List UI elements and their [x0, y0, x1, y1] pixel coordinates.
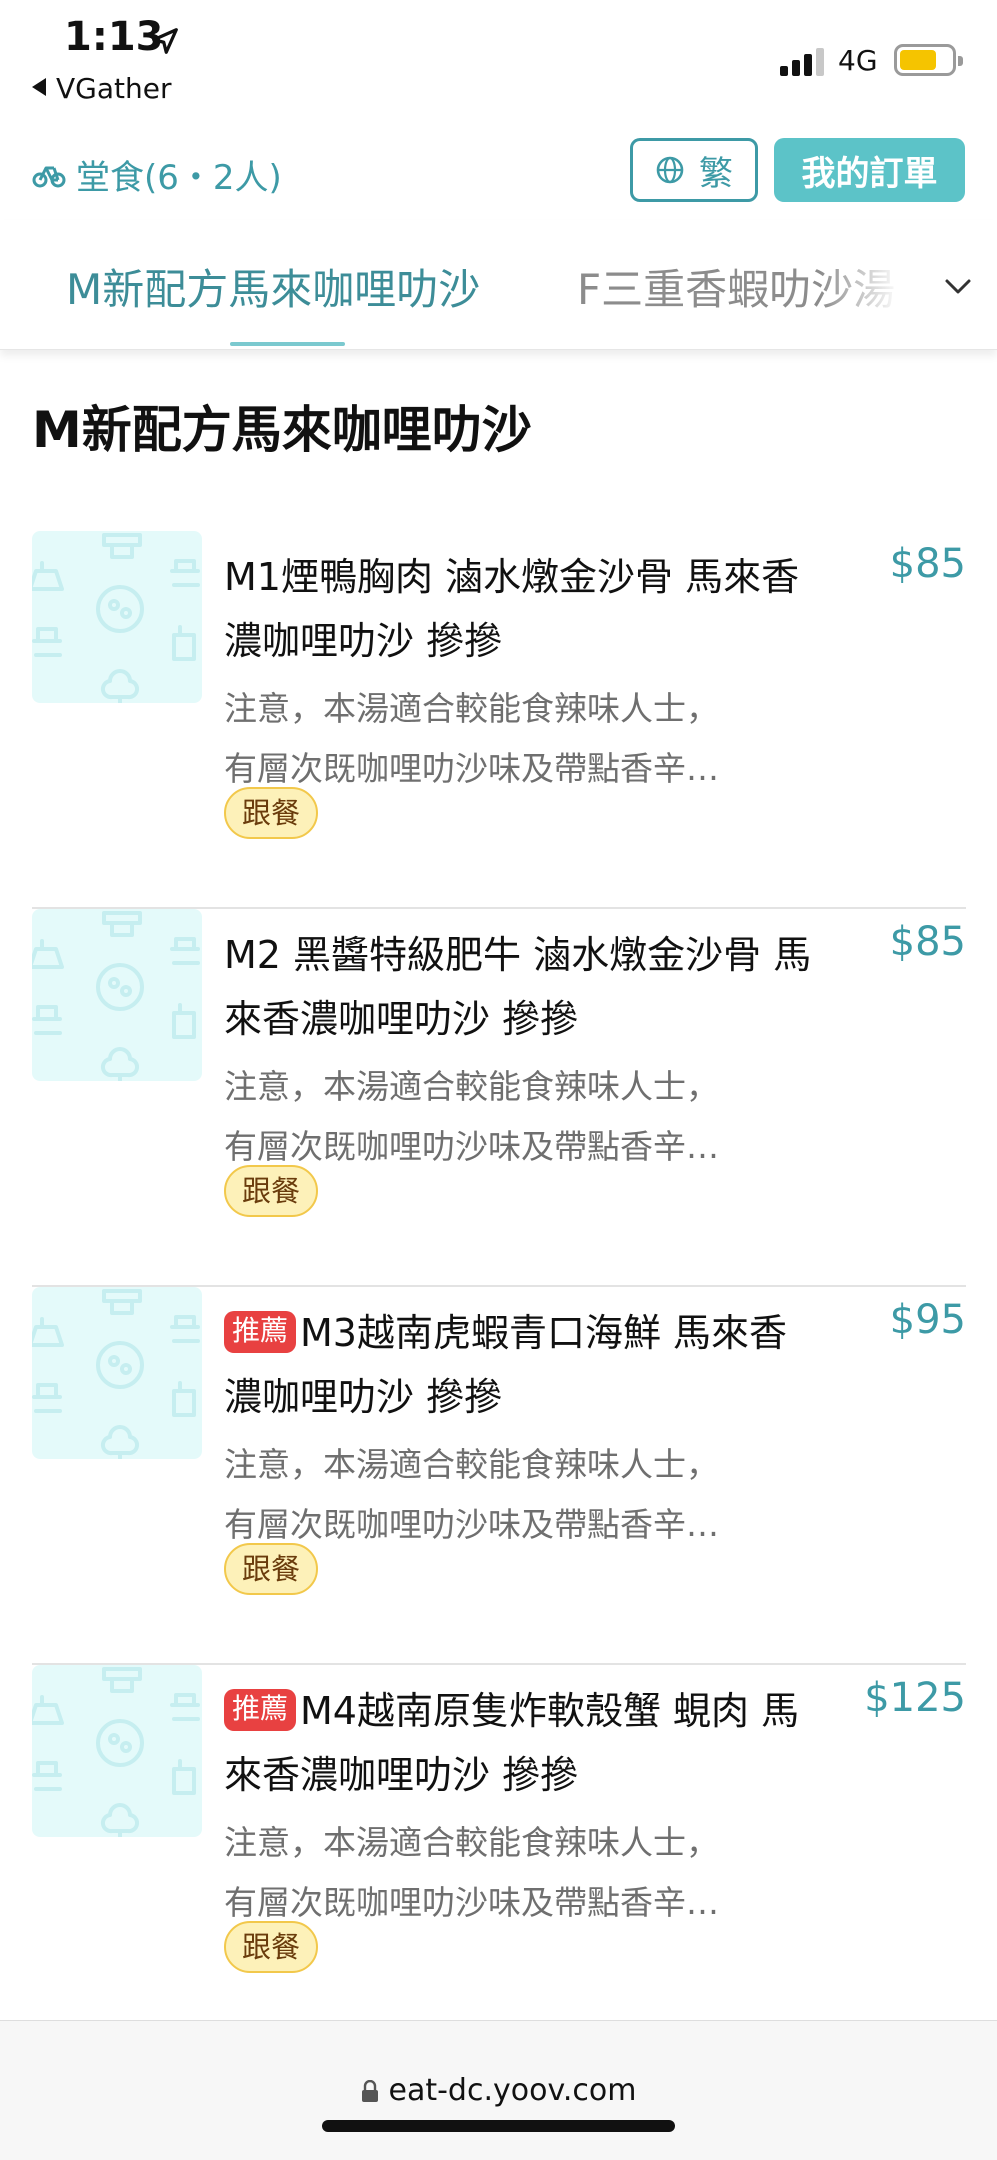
- menu-item[interactable]: M2 黑醬特級肥牛 滷水燉金沙骨 馬來香濃咖哩叻沙 摻摻注意，本湯適合較能食辣味…: [32, 909, 966, 1287]
- url-text: eat-dc.yoov.com: [388, 2073, 637, 2108]
- lock-icon: [361, 2080, 378, 2102]
- item-description: 注意，本湯適合較能食辣味人士， 有層次既咖哩叻沙味及帶點香辛…: [224, 679, 814, 799]
- item-desc-line: 注意，本湯適合較能食辣味人士，: [224, 1067, 719, 1106]
- item-name-text: M2 黑醬特級肥牛 滷水燉金沙骨 馬來香濃咖哩叻沙 摻摻: [224, 933, 812, 1041]
- home-indicator[interactable]: [322, 2120, 675, 2132]
- food-thumbnail: [32, 1665, 202, 1837]
- food-thumbnail: [32, 909, 202, 1081]
- item-desc-line: 注意，本湯適合較能食辣味人士，: [224, 689, 719, 728]
- status-time: 1:13: [64, 14, 164, 60]
- my-orders-button[interactable]: 我的訂單: [774, 138, 965, 202]
- item-desc-line: 有層次既咖哩叻沙味及帶點香辛…: [224, 1505, 719, 1544]
- header: 堂食(6・2人) 繁 我的訂單: [0, 120, 997, 220]
- set-meal-tag: 跟餐: [224, 1921, 319, 1973]
- back-to-app-link[interactable]: VGather: [32, 72, 171, 105]
- browser-url-bar[interactable]: eat-dc.yoov.com: [0, 2020, 997, 2160]
- recommend-badge: 推薦: [224, 1689, 297, 1731]
- active-tab-indicator: [230, 342, 345, 346]
- item-name: M2 黑醬特級肥牛 滷水燉金沙骨 馬來香濃咖哩叻沙 摻摻: [224, 923, 824, 1051]
- item-description: 注意，本湯適合較能食辣味人士， 有層次既咖哩叻沙味及帶點香辛…: [224, 1057, 814, 1177]
- bicycle-icon: [32, 166, 66, 187]
- item-desc-line: 注意，本湯適合較能食辣味人士，: [224, 1445, 719, 1484]
- category-tab-bar: M新配方馬來咖哩叻沙 F三重香蝦叻沙湯: [0, 220, 997, 350]
- back-triangle-icon: [32, 78, 46, 96]
- item-name-text: M3越南虎蝦青口海鮮 馬來香濃咖哩叻沙 摻摻: [224, 1311, 788, 1419]
- item-name: M1煙鴨胸肉 滷水燉金沙骨 馬來香濃咖哩叻沙 摻摻: [224, 545, 824, 673]
- item-name-text: M4越南原隻炸軟殼蟹 蜆肉 馬來香濃咖哩叻沙 摻摻: [224, 1689, 800, 1797]
- chevron-down-icon[interactable]: [942, 270, 974, 302]
- item-price: $85: [889, 919, 966, 965]
- item-name: 推薦 M4越南原隻炸軟殼蟹 蜆肉 馬來香濃咖哩叻沙 摻摻: [224, 1679, 824, 1807]
- set-meal-tag: 跟餐: [224, 787, 319, 839]
- item-desc-line: 有層次既咖哩叻沙味及帶點香辛…: [224, 1127, 719, 1166]
- tab-fade-overlay: [820, 220, 920, 349]
- status-bar: 1:13 VGather 4G: [0, 0, 997, 120]
- globe-icon: [656, 156, 684, 184]
- item-description: 注意，本湯適合較能食辣味人士， 有層次既咖哩叻沙味及帶點香辛…: [224, 1435, 814, 1555]
- item-desc-line: 注意，本湯適合較能食辣味人士，: [224, 1823, 719, 1862]
- item-price: $95: [889, 1297, 966, 1343]
- item-price: $85: [889, 541, 966, 587]
- category-tab-m[interactable]: M新配方馬來咖哩叻沙: [66, 256, 480, 317]
- language-label: 繁: [699, 153, 733, 194]
- set-meal-tag: 跟餐: [224, 1165, 319, 1217]
- item-name-text: M1煙鴨胸肉 滷水燉金沙骨 馬來香濃咖哩叻沙 摻摻: [224, 555, 800, 663]
- dine-info[interactable]: 堂食(6・2人): [32, 150, 282, 199]
- language-button[interactable]: 繁: [630, 138, 758, 202]
- location-arrow-icon: [152, 28, 178, 54]
- item-desc-line: 有層次既咖哩叻沙味及帶點香辛…: [224, 1883, 719, 1922]
- battery-icon: [894, 44, 963, 76]
- food-thumbnail: [32, 531, 202, 703]
- dine-info-text: 堂食(6・2人): [76, 158, 282, 198]
- set-meal-tag: 跟餐: [224, 1543, 319, 1595]
- back-app-label: VGather: [56, 72, 172, 105]
- item-price: $125: [864, 1675, 966, 1721]
- network-label: 4G: [838, 44, 878, 77]
- menu-item[interactable]: 推薦 M3越南虎蝦青口海鮮 馬來香濃咖哩叻沙 摻摻注意，本湯適合較能食辣味人士， 有…: [32, 1287, 966, 1665]
- cellular-signal-icon: [780, 46, 826, 76]
- recommend-badge: 推薦: [224, 1311, 297, 1353]
- item-name: 推薦 M3越南虎蝦青口海鮮 馬來香濃咖哩叻沙 摻摻: [224, 1301, 824, 1429]
- menu-item[interactable]: M1煙鴨胸肉 滷水燉金沙骨 馬來香濃咖哩叻沙 摻摻注意，本湯適合較能食辣味人士，…: [32, 531, 966, 909]
- url-display: eat-dc.yoov.com: [0, 2073, 997, 2108]
- item-desc-line: 有層次既咖哩叻沙味及帶點香辛…: [224, 749, 719, 788]
- item-description: 注意，本湯適合較能食辣味人士， 有層次既咖哩叻沙味及帶點香辛…: [224, 1813, 814, 1933]
- menu-item[interactable]: 推薦 M4越南原隻炸軟殼蟹 蜆肉 馬來香濃咖哩叻沙 摻摻 注意，本湯適合較能食辣味人…: [32, 1665, 966, 2043]
- food-thumbnail: [32, 1287, 202, 1459]
- section-title: M新配方馬來咖哩叻沙: [32, 401, 532, 459]
